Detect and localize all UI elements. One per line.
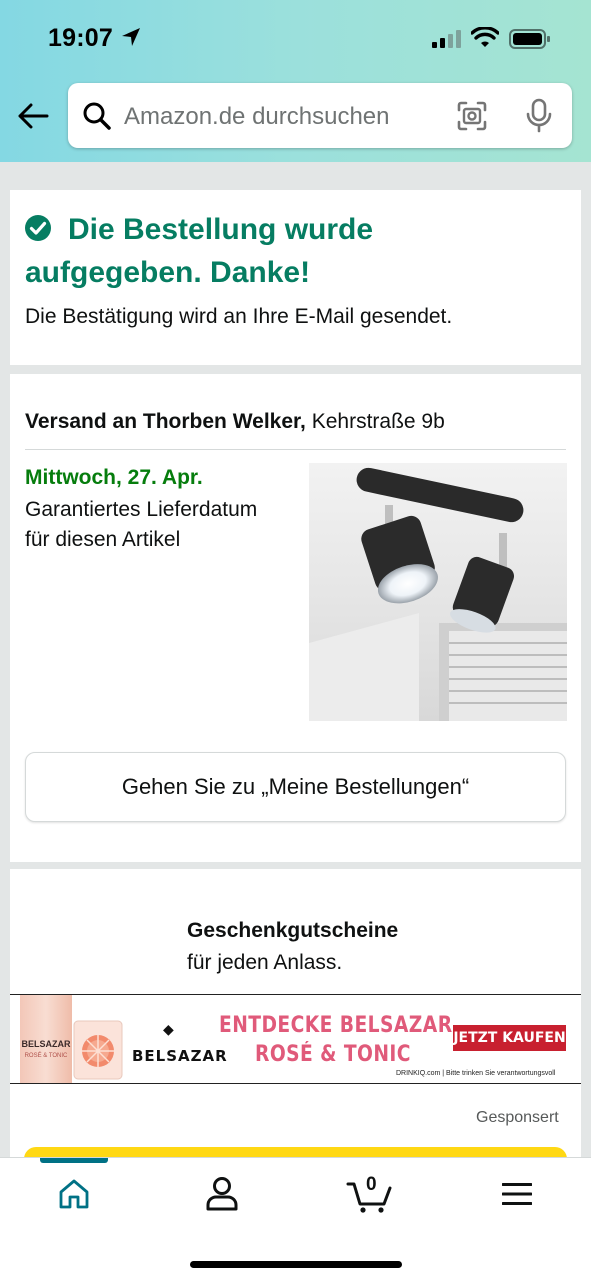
ad-logo-diamond-icon: ◆ bbox=[163, 1021, 174, 1037]
gift-card-title[interactable]: Geschenkgutscheine bbox=[187, 919, 398, 943]
ad-glass-image bbox=[73, 1020, 123, 1080]
home-icon[interactable] bbox=[57, 1178, 91, 1210]
sponsored-ad-banner[interactable]: BELSAZAR ROSÉ & TONIC ◆ BELSAZAR ENTDECK… bbox=[10, 994, 581, 1084]
product-image[interactable] bbox=[309, 463, 567, 721]
divider bbox=[25, 449, 566, 450]
confirmation-message: Die Bestätigung wird an Ihre E-Mail gese… bbox=[25, 305, 453, 328]
menu-icon[interactable] bbox=[502, 1182, 532, 1206]
shipping-street: Kehrstraße 9b bbox=[305, 410, 445, 433]
bottom-navigation: 0 bbox=[0, 1157, 591, 1280]
sponsored-label[interactable]: Gesponsert bbox=[476, 1109, 559, 1127]
ad-can-brand: BELSAZAR bbox=[21, 1039, 71, 1049]
ad-headline-line2: ROSÉ & TONIC bbox=[255, 1042, 411, 1067]
ad-can-subtitle: ROSÉ & TONIC bbox=[24, 1053, 68, 1059]
wifi-icon bbox=[471, 27, 499, 47]
ad-buy-now-button[interactable]: JETZT KAUFEN bbox=[453, 1025, 566, 1051]
delivery-date: Mittwoch, 27. Apr. bbox=[25, 466, 203, 489]
shipping-card: Versand an Thorben Welker, Kehrstraße 9b… bbox=[10, 374, 581, 862]
success-title: Die Bestellung wurde aufgegeben. Danke! bbox=[25, 213, 374, 289]
gift-card-subtitle: für jeden Anlass. bbox=[187, 951, 343, 974]
battery-icon bbox=[509, 29, 550, 49]
search-input[interactable]: Amazon.de durchsuchen bbox=[68, 83, 572, 148]
cellular-signal-icon bbox=[432, 30, 461, 48]
microphone-icon[interactable] bbox=[525, 98, 553, 134]
ad-headline-line1: ENTDECKE BELSAZAR bbox=[219, 1013, 453, 1038]
promo-card: Geschenkgutscheine für jeden Anlass. BEL… bbox=[10, 869, 581, 1177]
shipping-recipient: Versand an Thorben Welker, bbox=[25, 410, 306, 433]
home-indicator[interactable] bbox=[190, 1261, 402, 1268]
cart-count: 0 bbox=[366, 1174, 377, 1195]
back-arrow-icon[interactable] bbox=[16, 101, 50, 131]
status-time: 19:07 bbox=[48, 24, 113, 52]
nav-active-indicator bbox=[40, 1158, 108, 1163]
delivery-note: Garantiertes Lieferdatum für diesen Arti… bbox=[25, 498, 258, 551]
camera-scan-icon[interactable] bbox=[456, 100, 488, 132]
shipping-address: Versand an Thorben Welker, Kehrstraße 9b bbox=[25, 410, 445, 434]
app-header: 19:07 Amazon.de durchsuchen bbox=[0, 0, 591, 162]
account-icon[interactable] bbox=[205, 1176, 239, 1212]
order-confirmation-card: Die Bestellung wurde aufgegeben. Danke! … bbox=[10, 190, 581, 365]
cart-button[interactable]: 0 bbox=[346, 1174, 396, 1214]
ad-brand: BELSAZAR bbox=[132, 1047, 228, 1065]
location-arrow-icon bbox=[122, 28, 140, 46]
my-orders-button[interactable]: Gehen Sie zu „Meine Bestellungen“ bbox=[25, 752, 566, 822]
ad-disclaimer: DRINKIQ.com | Bitte trinken Sie verantwo… bbox=[396, 1070, 556, 1077]
search-icon bbox=[83, 102, 111, 130]
search-placeholder: Amazon.de durchsuchen bbox=[124, 103, 390, 130]
